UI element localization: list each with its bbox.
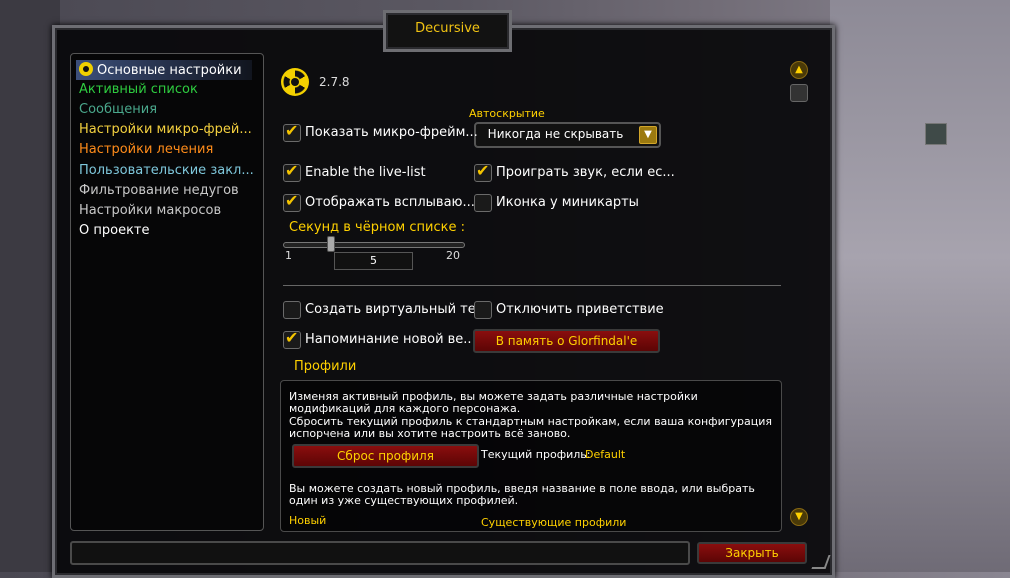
play-sound-label: Проиграть звук, если ес...: [496, 165, 675, 180]
create-virtual-label: Создать виртуальный те...: [305, 302, 489, 317]
window-title: Decursive: [415, 21, 480, 36]
reset-profile-button[interactable]: Сброс профиля: [292, 444, 479, 468]
sidebar-item-macro-settings[interactable]: Настройки макросов: [79, 203, 221, 218]
sidebar-item-cure-settings[interactable]: Настройки лечения: [79, 142, 213, 157]
current-profile-label: Текущий профиль:: [481, 448, 591, 461]
show-popups-checkbox[interactable]: ✔: [283, 191, 301, 212]
sidebar-item-micro-frame[interactable]: Настройки микро-фрей...: [79, 122, 252, 137]
sidebar-item-about[interactable]: О проекте: [79, 223, 150, 238]
show-popups-label: Отображать всплываю...: [305, 195, 475, 210]
section-divider: [283, 285, 781, 286]
sidebar-item-messages[interactable]: Сообщения: [79, 102, 157, 117]
show-micro-label: Показать микро-фрейм...: [305, 125, 478, 140]
blacklist-slider-track[interactable]: [283, 242, 465, 248]
current-profile-value: Default: [585, 448, 626, 461]
sidebar-item-label: Основные настройки: [97, 63, 242, 78]
scroll-down-icon[interactable]: ▼: [790, 508, 808, 526]
blacklist-slider-label: Секунд в чёрном списке :: [289, 220, 465, 235]
addon-logo-icon: [281, 68, 309, 96]
autohide-dropdown[interactable]: Никогда не скрывать ▼: [474, 122, 661, 148]
title-box: Decursive: [383, 10, 512, 52]
checkmark-icon: ✔: [285, 191, 299, 210]
profiles-description-1: Изменяя активный профиль, вы можете зада…: [289, 390, 698, 415]
slider-value-input[interactable]: 5: [334, 252, 413, 270]
sidebar-item-general[interactable]: Основные настройки: [79, 62, 242, 78]
memory-button[interactable]: В память о Glorfindal'e: [473, 329, 660, 353]
existing-profiles-label: Существующие профили: [481, 516, 627, 529]
minimap-icon-label: Иконка у миникарты: [496, 195, 639, 210]
profiles-header: Профили: [294, 359, 357, 374]
new-profile-label: Новый: [289, 514, 327, 527]
create-virtual-checkbox[interactable]: [283, 301, 301, 319]
version-label: 2.7.8: [319, 75, 350, 89]
scroll-up-icon[interactable]: ▲: [790, 61, 808, 79]
checkmark-icon: ✔: [285, 161, 299, 180]
status-input[interactable]: [70, 541, 690, 565]
remind-new-checkbox[interactable]: ✔: [283, 328, 301, 349]
sidebar-item-custom-spells[interactable]: Пользовательские закл...: [79, 163, 254, 178]
enable-livelist-label: Enable the live-list: [305, 165, 426, 180]
slider-max-label: 20: [446, 249, 460, 262]
background-icon: [925, 123, 947, 145]
remind-new-label: Напоминание новой ве...: [305, 332, 476, 347]
profiles-description-3: Вы можете создать новый профиль, введя н…: [289, 482, 755, 507]
checkmark-icon: ✔: [476, 161, 490, 180]
checkmark-icon: ✔: [285, 121, 299, 140]
disable-greeting-checkbox[interactable]: [474, 301, 492, 319]
show-micro-checkbox[interactable]: ✔: [283, 121, 301, 142]
close-button[interactable]: Закрыть: [697, 542, 807, 564]
radiation-icon: [79, 62, 93, 76]
play-sound-checkbox[interactable]: ✔: [474, 161, 492, 182]
checkmark-icon: ✔: [285, 328, 299, 347]
enable-livelist-checkbox[interactable]: ✔: [283, 161, 301, 182]
profiles-description-2: Сбросить текущий профиль к стандартным н…: [289, 415, 772, 440]
sidebar-item-debuff-filter[interactable]: Фильтрование недугов: [79, 183, 239, 198]
autohide-label: Автоскрытие: [469, 107, 545, 120]
disable-greeting-label: Отключить приветствие: [496, 302, 664, 317]
blacklist-slider-thumb[interactable]: [327, 236, 335, 252]
chevron-down-icon[interactable]: ▼: [639, 126, 657, 144]
minimap-icon-checkbox[interactable]: [474, 194, 492, 212]
scrollbar-thumb[interactable]: [790, 84, 808, 102]
sidebar-item-live-list[interactable]: Активный список: [79, 82, 198, 97]
autohide-value: Никогда не скрывать: [487, 127, 624, 141]
slider-min-label: 1: [285, 249, 292, 262]
